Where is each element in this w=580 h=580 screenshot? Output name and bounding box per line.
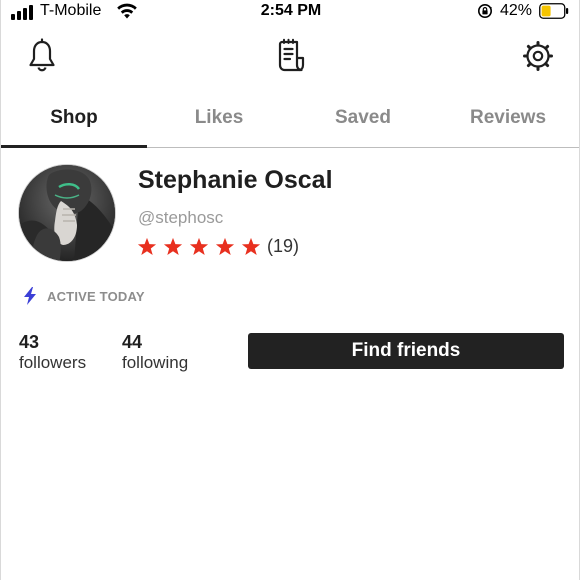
followers-count: 43 xyxy=(19,332,40,352)
tab-likes[interactable]: Likes xyxy=(147,100,291,147)
followers-label: followers xyxy=(19,353,87,372)
avatar-photo xyxy=(19,165,115,261)
avatar[interactable] xyxy=(18,164,116,262)
star-rating[interactable]: (19) xyxy=(137,236,299,257)
star-icon xyxy=(215,237,235,256)
profile-name: Stephanie Oscal xyxy=(138,166,333,194)
tab-saved[interactable]: Saved xyxy=(291,100,435,147)
following-count: 44 xyxy=(122,332,143,352)
battery-percentage: 42% xyxy=(500,2,533,19)
star-icon xyxy=(137,237,157,256)
following-stat[interactable]: 44 following xyxy=(122,332,188,374)
rotation-lock-icon xyxy=(478,4,492,18)
review-count: (19) xyxy=(267,236,300,256)
followers-stat[interactable]: 43 followers xyxy=(19,332,86,374)
battery-icon xyxy=(539,3,569,19)
star-icon xyxy=(163,237,183,256)
tab-reviews[interactable]: Reviews xyxy=(435,100,579,147)
lightning-icon xyxy=(24,287,36,305)
following-label: following xyxy=(122,353,189,372)
star-icon xyxy=(189,237,209,256)
profile-tabs: Shop Likes Saved Reviews xyxy=(1,100,579,148)
activity-status: ACTIVE TODAY xyxy=(23,287,145,305)
receipt-icon[interactable] xyxy=(275,38,307,74)
find-friends-button[interactable]: Find friends xyxy=(248,333,564,369)
tab-shop[interactable]: Shop xyxy=(1,100,147,148)
profile-handle: @stephosc xyxy=(138,208,224,227)
status-time: 2:54 PM xyxy=(260,2,322,19)
star-icon xyxy=(241,237,261,256)
bell-icon[interactable] xyxy=(27,38,57,74)
activity-label: ACTIVE TODAY xyxy=(47,288,145,304)
top-icon-bar xyxy=(1,36,579,80)
status-bar: T-Mobile 2:54 PM 42% xyxy=(1,0,579,24)
gear-icon[interactable] xyxy=(521,38,555,74)
profile-screen: T-Mobile 2:54 PM 42% Shop Likes Saved Re… xyxy=(0,0,580,580)
